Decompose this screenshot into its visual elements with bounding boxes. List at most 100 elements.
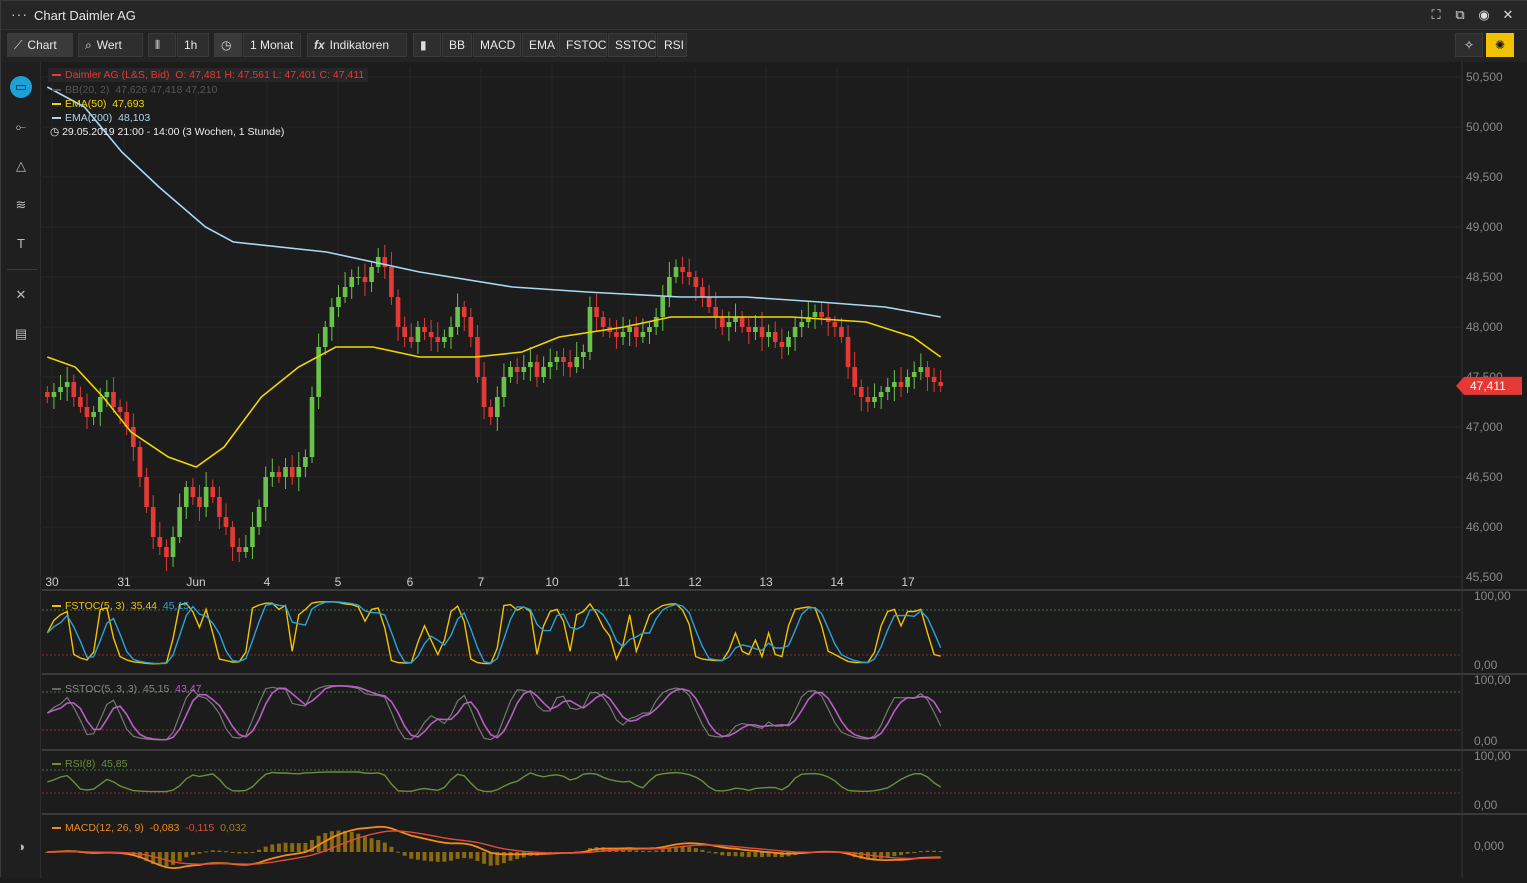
toolbar: ⟋ Chart ⌕ Wert ⫴ 1h ◷ 1 Monat fx Indikatore… [1,30,1527,62]
period-button[interactable]: 1 Monat [243,33,301,57]
macd-histogram-bar [197,852,202,854]
macd-histogram-bar [515,852,520,860]
candle-body [898,382,904,387]
candle-body [852,367,857,387]
clock-button[interactable]: ◷ [214,33,242,57]
value-label: Wert [96,38,122,52]
indicator-rsi-button[interactable]: RSI [657,33,687,57]
record-icon[interactable]: ◉ [1476,7,1492,23]
indicator-bb-button[interactable]: BB [442,33,472,57]
macd-histogram-bar [938,850,943,852]
candle-body [64,382,70,387]
indicator-rsi-label: RSI [664,38,685,52]
candle-body [614,332,619,337]
macd-histogram-bar [382,842,387,852]
panel-min-label: 0,00 [1474,658,1498,672]
candle-body [111,392,116,407]
macd-histogram-bar [210,850,215,852]
candle-body [660,297,666,317]
macd-histogram-bar [892,852,897,857]
sstoc-label: SSTOC(5, 3, 3) [65,683,138,695]
macd-histogram-bar [230,852,235,853]
indicators-label: Indikatoren [329,38,390,52]
time-tick-label: 10 [545,575,559,589]
chart-canvas[interactable]: 50,50050,00049,50049,00048,50048,00047,5… [42,62,1527,878]
bookmark-button[interactable]: ▮ [413,33,441,57]
candle-body [521,367,527,372]
candle-body [342,287,348,297]
candle-body [395,297,401,327]
interval-button[interactable]: 1h [177,33,209,57]
candle-body [283,467,288,477]
candles-icon-button[interactable]: ⫴ [148,33,176,57]
time-tick-label: Jun [186,575,205,589]
macd-histogram-bar [435,852,440,862]
candle-body [150,507,156,537]
candle-body [541,367,546,377]
macd-histogram-value: 0,032 [220,822,247,834]
macd-histogram-bar [482,852,487,864]
candle-body [653,317,659,327]
macd-histogram-bar [654,850,659,852]
candle-body [488,407,494,417]
sstoc-legend: SSTOC(5, 3, 3) 45,15 43,47 [52,683,201,695]
tools-icon[interactable]: ✕ [10,284,32,306]
indicator-fstoc-button[interactable]: FSTOC [559,33,607,57]
fibonacci-icon[interactable]: ≋ [10,194,32,216]
line-tool-icon[interactable]: ⟜ [10,116,32,138]
candle-body [309,397,315,457]
triangle-tool-icon[interactable]: △ [10,155,32,177]
indicator-fstoc-label: FSTOC [566,38,607,52]
macd-histogram-bar [760,852,764,858]
price-tick-label: 45,500 [1466,570,1503,584]
bb-values: 47,626 47,418 47,210 [115,84,218,96]
candle-body [567,362,573,367]
time-tick-label: 13 [759,575,773,589]
candle-body [693,277,699,287]
candle-body [640,332,646,337]
magic-button[interactable]: ✧ [1455,33,1483,57]
indicator-ema-label: EMA [529,38,556,52]
candle-body [812,312,818,317]
candlestick-icon: ⫴ [155,38,161,52]
candle-body [78,397,83,407]
price-tick-label: 50,500 [1466,70,1503,84]
indicator-sstoc-label: SSTOC [615,38,657,52]
candle-body [448,327,454,337]
indicator-macd-button[interactable]: MACD [473,33,521,57]
indicator-sstoc-button[interactable]: SSTOC [608,33,656,57]
chart-type-button[interactable]: ⟋ Chart [7,33,73,57]
more-dots-icon[interactable]: ··· [11,6,28,22]
macd-histogram-bar [700,849,705,852]
price-tag-icon[interactable]: ▭ [10,76,32,98]
bookmark-icon: ▮ [420,38,427,52]
candle-body [250,527,255,547]
close-icon[interactable]: ✕ [1500,7,1516,23]
text-tool-icon[interactable]: T [10,233,32,255]
chart-area[interactable]: 50,50050,00049,50049,00048,50048,00047,5… [42,62,1527,878]
time-tick-label: 17 [901,575,915,589]
popout-icon[interactable]: ⧉ [1452,7,1468,23]
macd-histogram-bar [283,842,288,852]
value-button[interactable]: ⌕ Wert [78,33,143,57]
indicator-ema-button[interactable]: EMA [522,33,558,57]
candle-body [792,327,798,337]
contrast-icon[interactable]: ◑ [10,836,32,858]
function-icon: fx [314,38,325,52]
period-label: 1 Monat [250,38,294,52]
candle-body [481,377,487,407]
candle-body [455,307,460,327]
legend-swatch [52,103,61,106]
candle-body [766,332,771,337]
candle-body [468,317,474,337]
calculator-icon[interactable]: ▤ [10,323,32,345]
candle-body [911,372,917,377]
fullscreen-icon[interactable]: ⛶ [1428,7,1444,23]
time-tick-label: 14 [830,575,844,589]
candle-body [514,367,520,372]
settings-button[interactable]: ✺ [1486,33,1514,57]
ema50-label: EMA(50) [65,98,107,110]
candle-body [276,472,282,477]
indicators-button[interactable]: fx Indikatoren [307,33,407,57]
price-tick-label: 46,500 [1466,470,1503,484]
